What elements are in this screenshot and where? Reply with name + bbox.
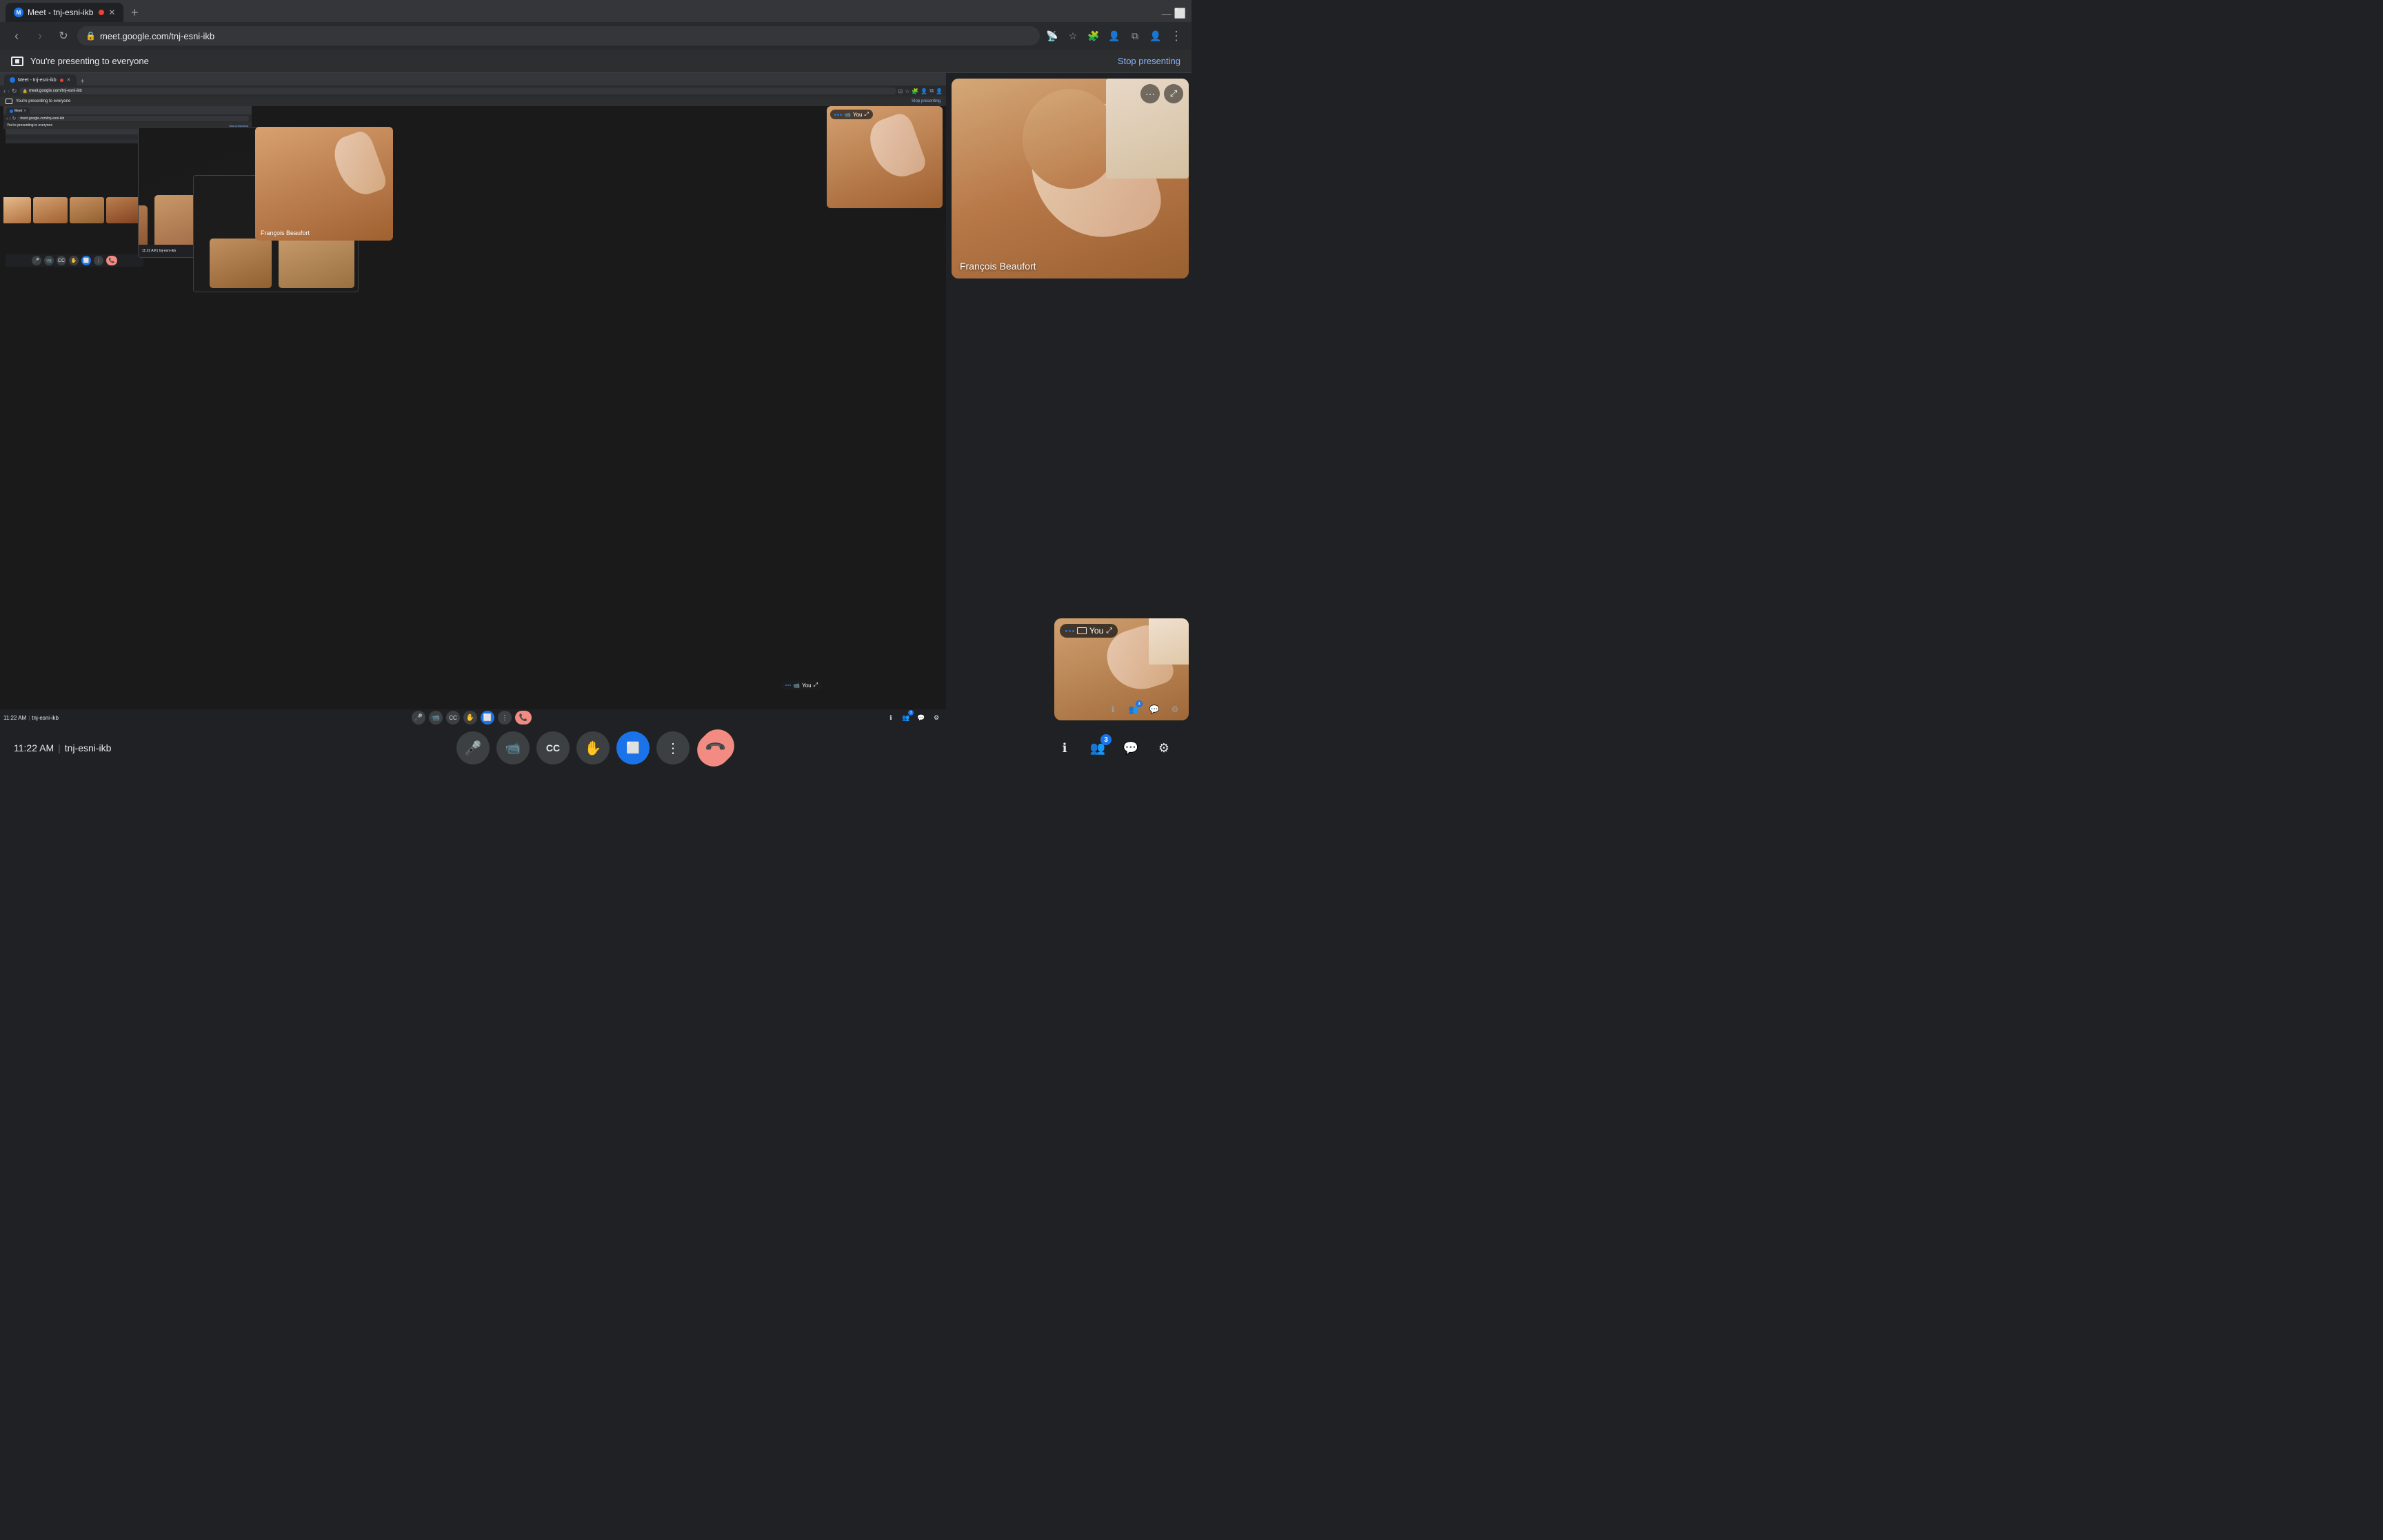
meeting-id: tnj-esni-ikb [65, 742, 112, 753]
more-options-btn[interactable]: ⋮ [656, 731, 690, 764]
recursive-presenting-banner: You're presenting to everyone Stop prese… [0, 97, 946, 106]
new-tab-btn[interactable]: + [126, 4, 143, 21]
time-display: 11:22 AM [14, 742, 54, 753]
extensions-icon[interactable]: 🧩 [1085, 28, 1102, 44]
shared-screen-area: Meet - tnj-esni-ikb ✕ + ‹ › ↻ 🔒 meet.goo… [0, 73, 946, 726]
end-call-btn[interactable]: 📞 [690, 722, 741, 773]
browser-tab-bar: M Meet - tnj-esni-ikb ✕ + — ⬜ [0, 0, 1192, 22]
present-screen-btn[interactable]: ⬜ [616, 731, 650, 764]
francois-tile-menu[interactable]: ⋯ [1140, 84, 1160, 103]
francois-name-main: François Beaufort [960, 261, 1036, 272]
tab-title: Meet - tnj-esni-ikb [28, 8, 93, 17]
people-btn[interactable]: 👥 3 [1084, 734, 1112, 762]
toolbar-right-btns: ℹ 👥 3 💬 ⚙ [1051, 734, 1178, 762]
stop-presenting-btn[interactable]: Stop presenting [1118, 56, 1180, 66]
you-activities-btn[interactable]: ⚙ [1167, 701, 1183, 718]
you-badge: You ⤢ [1060, 624, 1118, 638]
account-icon[interactable]: 👤 [1147, 28, 1164, 44]
you-info-btn[interactable]: ℹ [1105, 701, 1121, 718]
people-badge: 3 [1100, 734, 1112, 745]
right-sidebar: François Beaufort ⋯ ⤢ You [946, 73, 1192, 726]
recursive-browser-chrome: Meet - tnj-esni-ikb ✕ + [0, 73, 946, 85]
captions-btn[interactable]: CC [536, 731, 570, 764]
recursive-nav-bar: ‹ › ↻ 🔒 meet.google.com/tnj-esni-ikb ⊡ ☆… [0, 85, 946, 97]
tab-close-btn[interactable]: ✕ [108, 8, 115, 17]
tab-favicon: M [14, 8, 23, 17]
expand-you-icon[interactable]: ⤢ [1106, 627, 1112, 636]
split-view-icon[interactable]: ⧉ [1127, 28, 1143, 44]
back-btn[interactable]: ‹ [7, 26, 26, 45]
refresh-btn[interactable]: ↻ [54, 26, 73, 45]
browser-nav-bar: ‹ › ↻ 🔒 meet.google.com/tnj-esni-ikb 📡 ☆… [0, 22, 1192, 50]
forward-btn[interactable]: › [30, 26, 50, 45]
lock-icon: 🔒 [86, 31, 96, 41]
url-text: meet.google.com/tnj-esni-ikb [100, 31, 214, 41]
recursive-bottom-bar: 11:22 AM | tnj-esni-ikb 🎤 📹 CC ✋ ⬜ ⋮ 📞 ℹ… [0, 709, 946, 726]
francois-cascade-med: François Beaufort [255, 127, 393, 241]
minimize-icon[interactable]: — [1162, 8, 1172, 19]
profiles-icon[interactable]: 👤 [1106, 28, 1123, 44]
you-tile: You ⤢ ℹ 👥 3 💬 ⚙ [1054, 618, 1189, 720]
francois-tile-large-main: 📹 You ⤢ [827, 106, 943, 208]
separator: | [58, 742, 61, 753]
you-chat-btn[interactable]: 💬 [1146, 701, 1163, 718]
meeting-info: 11:22 AM | tnj-esni-ikb [14, 742, 111, 753]
you-label-inner: You [853, 112, 863, 118]
more-options-icon[interactable]: ⋮ [1168, 28, 1185, 44]
presenting-text: You're presenting to everyone [30, 56, 149, 66]
present-icon [11, 57, 23, 66]
recursive-main-content: Meet ✕ ‹ › ↻ meet.google.com/tnj-esni-ik… [0, 106, 946, 709]
raise-hand-btn[interactable]: ✋ [576, 731, 610, 764]
cast-icon[interactable]: 📡 [1044, 28, 1060, 44]
maximize-icon[interactable]: ⬜ [1174, 8, 1186, 19]
tab-recording-indicator [99, 10, 104, 15]
inner-stop-btn[interactable]: Stop presenting [912, 99, 941, 103]
address-bar[interactable]: 🔒 meet.google.com/tnj-esni-ikb [77, 26, 1040, 45]
you-label: You [1089, 626, 1103, 636]
francois-tile-expand[interactable]: ⤢ [1164, 84, 1183, 103]
activities-btn[interactable]: ⚙ [1150, 734, 1178, 762]
presenting-banner: You're presenting to everyone Stop prese… [0, 50, 1192, 73]
bookmark-icon[interactable]: ☆ [1065, 28, 1081, 44]
active-tab[interactable]: M Meet - tnj-esni-ikb ✕ [6, 3, 123, 22]
you-badge-inner: 📹 You ⤢ [830, 110, 873, 119]
francois-large-tile: François Beaufort ⋯ ⤢ [952, 79, 1189, 278]
cascade-name-label: François Beaufort [261, 230, 310, 236]
info-btn[interactable]: ℹ [1051, 734, 1078, 762]
chat-btn[interactable]: 💬 [1117, 734, 1145, 762]
camera-btn[interactable]: 📹 [496, 731, 530, 764]
inner-presenting-text: You're presenting to everyone [16, 99, 70, 103]
app-container: M Meet - tnj-esni-ikb ✕ + — ⬜ ‹ › ↻ 🔒 me… [0, 0, 1192, 770]
you-people-btn[interactable]: 👥 3 [1125, 701, 1142, 718]
bottom-toolbar: 11:22 AM | tnj-esni-ikb 🎤 📹 CC ✋ ⬜ ⋮ 📞 ℹ… [0, 726, 1192, 770]
mic-btn[interactable]: 🎤 [456, 731, 490, 764]
